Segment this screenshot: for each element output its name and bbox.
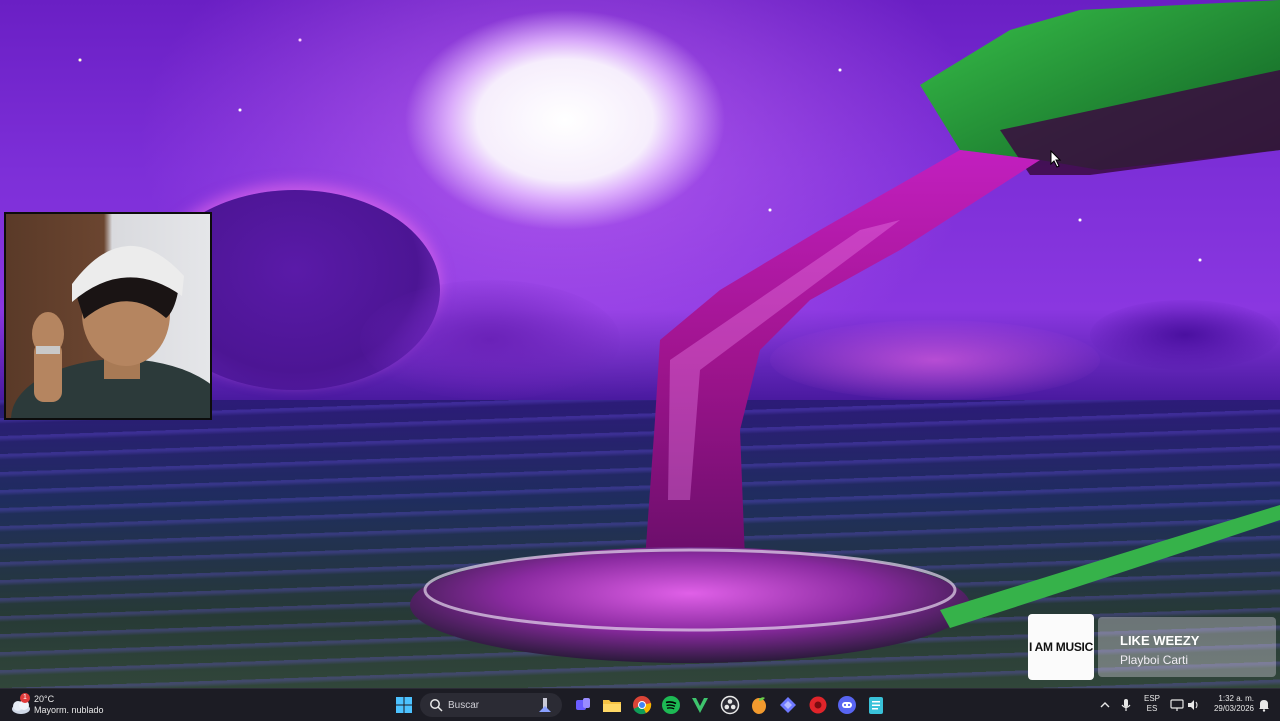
taskbar: 1 20°C Mayorm. nublado Buscar ESP ES 1:3… xyxy=(0,688,1280,721)
input-language-indicator[interactable]: ESP ES xyxy=(1142,694,1162,714)
vegas-button[interactable] xyxy=(688,693,712,717)
diamond-icon xyxy=(780,697,796,713)
bell-icon xyxy=(1259,700,1269,712)
language-code: ESP xyxy=(1143,694,1160,703)
now-playing-info: LIKE WEEZY Playboi Carti xyxy=(1098,617,1276,677)
notes-app-button[interactable] xyxy=(864,693,888,717)
v-logo-icon xyxy=(692,698,708,713)
microphone-icon xyxy=(1121,699,1131,711)
record-icon xyxy=(809,696,827,714)
webcam-person xyxy=(11,245,210,418)
spoon-handle xyxy=(940,505,1280,628)
track-artist: Playboi Carti xyxy=(1120,653,1189,667)
keyboard-layout: ES xyxy=(1146,704,1158,713)
task-view-button[interactable] xyxy=(571,693,595,717)
clock-time: 1:32 a. m. xyxy=(1218,694,1254,703)
spotify-icon xyxy=(662,696,680,714)
taskbar-clock[interactable]: 1:32 a. m. 29/03/2026 xyxy=(1204,694,1254,714)
obs-icon xyxy=(720,695,740,715)
weather-notification-badge: 1 xyxy=(20,693,30,703)
notifications-button[interactable] xyxy=(1252,693,1276,717)
album-thumbnail: I AM MUSIC xyxy=(1028,614,1094,680)
volume-button[interactable] xyxy=(1181,693,1205,717)
search-highlight-icon xyxy=(539,698,551,712)
start-button[interactable] xyxy=(392,693,416,717)
task-view-icon xyxy=(576,698,590,710)
now-playing-card[interactable]: I AM MUSIC LIKE WEEZY Playboi Carti xyxy=(1028,614,1276,680)
spotify-button[interactable] xyxy=(659,693,683,717)
obs-button[interactable] xyxy=(718,693,742,717)
discord-app-button[interactable] xyxy=(835,693,859,717)
mouse-cursor-icon xyxy=(1050,150,1062,168)
webcam-overlay xyxy=(4,212,212,420)
chevron-up-icon xyxy=(1100,702,1110,708)
chrome-icon xyxy=(633,696,652,715)
chrome-button[interactable] xyxy=(630,693,654,717)
search-icon xyxy=(430,699,443,712)
fl-studio-button[interactable] xyxy=(747,693,771,717)
taskbar-search-box[interactable]: Buscar xyxy=(420,693,562,717)
search-label: Buscar xyxy=(448,699,480,711)
track-title: LIKE WEEZY xyxy=(1120,633,1200,648)
folder-icon xyxy=(603,700,621,712)
microphone-button[interactable] xyxy=(1114,693,1138,717)
file-explorer-button[interactable] xyxy=(600,693,624,717)
record-app-button[interactable] xyxy=(806,693,830,717)
speaker-icon xyxy=(1188,700,1198,710)
gamepad-icon xyxy=(838,696,856,714)
diamond-app-button[interactable] xyxy=(776,693,800,717)
weather-temperature: 20°C xyxy=(34,694,55,704)
windows-logo-icon xyxy=(396,697,412,713)
weather-widget[interactable]: 1 20°C Mayorm. nublado xyxy=(10,691,104,719)
fruit-icon xyxy=(752,697,766,714)
notepad-icon xyxy=(869,697,883,714)
album-thumbnail-text: I AM MUSIC xyxy=(1029,640,1093,654)
cloud-icon: 1 xyxy=(10,693,32,716)
weather-condition: Mayorm. nublado xyxy=(34,705,104,715)
clock-date: 29/03/2026 xyxy=(1213,704,1254,713)
